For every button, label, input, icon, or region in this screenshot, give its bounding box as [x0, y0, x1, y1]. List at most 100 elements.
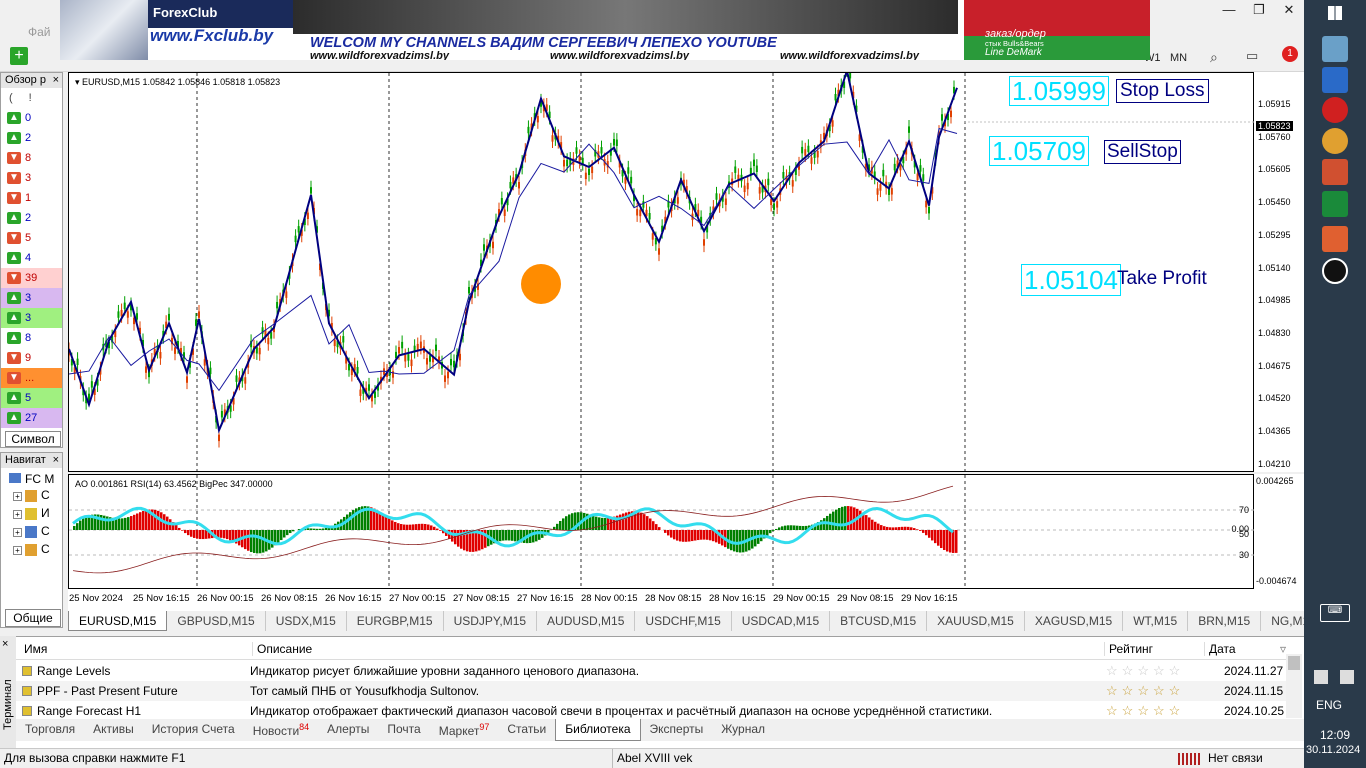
banner-headline: WELCOM MY CHANNELS ВАДИМ СЕРГЕЕВИЧ ЛЕПЕХ… — [310, 35, 777, 51]
terminal-tab[interactable]: Эксперты — [641, 719, 713, 741]
terminal-tab[interactable]: Маркет97 — [430, 719, 499, 741]
column-name[interactable]: Имя — [24, 642, 47, 656]
chart-tab[interactable]: USDJPY,M15 — [444, 611, 538, 631]
chart-tab[interactable]: WT,M15 — [1123, 611, 1189, 631]
star-icon: ☆ — [1121, 683, 1138, 698]
chart-tab[interactable]: BRN,M15 — [1188, 611, 1262, 631]
market-watch-row[interactable]: ▲ 4 — [1, 248, 62, 268]
library-row[interactable]: Range Levels Индикатор рисует ближайшие у… — [16, 661, 1286, 681]
market-watch-row[interactable]: ▲ 2 — [1, 128, 62, 148]
chart-tab[interactable]: EURUSD,M15 — [68, 611, 168, 631]
tab-common[interactable]: Общие — [5, 609, 61, 627]
market-watch-row[interactable]: ▼... — [1, 368, 62, 388]
record-icon[interactable] — [1322, 258, 1348, 284]
market-watch-value: 2 — [25, 132, 32, 144]
expand-icon[interactable]: + — [13, 492, 22, 501]
terminal-tab[interactable]: Торговля — [16, 719, 84, 741]
navigator-item[interactable]: + С — [1, 540, 62, 558]
volume-icon[interactable] — [1340, 670, 1354, 684]
indicator-window[interactable]: AO 0.001861 RSI(14) 63.4562 BigPec 347.0… — [68, 474, 1255, 590]
market-watch-row[interactable]: ▲ 27 — [1, 408, 62, 428]
market-watch-row[interactable]: ▼ 39 — [1, 268, 62, 288]
terminal-tab[interactable]: История Счета — [143, 719, 244, 741]
market-watch-row[interactable]: ▲ 8 — [1, 328, 62, 348]
terminal-tab[interactable]: Библиотека — [555, 719, 641, 741]
maximize-button[interactable]: ❐ — [1244, 0, 1274, 20]
clock-time[interactable]: 12:09 — [1320, 728, 1350, 742]
column-description[interactable]: Описание — [252, 642, 312, 656]
opera-icon[interactable] — [1322, 97, 1348, 123]
terminal-tab[interactable]: Почта — [378, 719, 429, 741]
outlook-icon[interactable] — [1322, 67, 1348, 93]
market-watch-row[interactable]: ▼ 8 — [1, 148, 62, 168]
windows-start-icon[interactable] — [1328, 6, 1342, 20]
chart-tab[interactable]: AUDUSD,M15 — [537, 611, 636, 631]
market-watch-value: 39 — [25, 272, 38, 284]
market-watch-row[interactable]: ▲ 3 — [1, 288, 62, 308]
chart-tab[interactable]: XAGUSD,M15 — [1025, 611, 1124, 631]
explorer-icon[interactable] — [1322, 36, 1348, 62]
chart-tab[interactable]: BTCUSD,M15 — [830, 611, 928, 631]
chart-tab[interactable]: USDCHF,M15 — [635, 611, 732, 631]
network-icon[interactable] — [1314, 670, 1328, 684]
app-icon[interactable] — [1322, 226, 1348, 252]
market-watch-row[interactable]: ▼ 5 — [1, 228, 62, 248]
chart-tab[interactable]: GBPUSD,M15 — [167, 611, 266, 631]
new-order-icon[interactable]: + — [10, 47, 28, 65]
market-watch-row[interactable]: ▲ 3 — [1, 308, 62, 328]
language-indicator[interactable]: ENG — [1316, 698, 1342, 712]
terminal-tab[interactable]: Активы — [84, 719, 143, 741]
expand-icon[interactable]: + — [13, 528, 22, 537]
close-button[interactable]: ✕ — [1274, 0, 1304, 20]
market-watch-row[interactable]: ▼ 1 — [1, 188, 62, 208]
tab-symbols[interactable]: Символ — [5, 431, 61, 447]
navigator-root[interactable]: FC M — [1, 468, 62, 486]
sellstop-price[interactable]: 1.05709 — [989, 136, 1089, 166]
clock-date[interactable]: 30.11.2024 — [1306, 744, 1360, 756]
price-chart[interactable]: ▾ EURUSD,M15 1.05842 1.05846 1.05818 1.0… — [68, 72, 1255, 473]
market-watch-value: 5 — [25, 232, 32, 244]
timeframe-mn[interactable]: MN — [1170, 52, 1187, 64]
excel-icon[interactable] — [1322, 191, 1348, 217]
close-icon[interactable]: × — [2, 638, 8, 650]
menu-file[interactable]: Фай — [28, 25, 51, 39]
market-watch-row[interactable]: ▲ 2 — [1, 208, 62, 228]
navigator-item[interactable]: + С — [1, 522, 62, 540]
market-watch-value: 3 — [25, 172, 32, 184]
ad-banner[interactable]: ForexClub www.Fxclub.by WELCOM MY CHANNE… — [60, 0, 1150, 60]
terminal-tab[interactable]: Журнал — [712, 719, 774, 741]
chart-tab[interactable]: XAUUSD,M15 — [927, 611, 1025, 631]
close-icon[interactable]: × — [53, 453, 59, 468]
market-watch-row[interactable]: ▲ 5 — [1, 388, 62, 408]
column-rating[interactable]: Рейтинг — [1104, 642, 1153, 656]
navigator-item[interactable]: + С — [1, 486, 62, 504]
chart-tab[interactable]: USDX,M15 — [266, 611, 347, 631]
search-icon[interactable]: ⌕ — [1210, 49, 1218, 66]
stop-loss-price[interactable]: 1.05999 — [1009, 76, 1109, 106]
minimize-button[interactable]: — — [1214, 0, 1244, 20]
paint-icon[interactable] — [1322, 128, 1348, 154]
market-watch-row[interactable]: ▼ 9 — [1, 348, 62, 368]
terminal-tab[interactable]: Алерты — [318, 719, 378, 741]
market-watch-row[interactable]: ▼ 3 — [1, 168, 62, 188]
speaker-icon[interactable] — [1322, 159, 1348, 185]
terminal-tab[interactable]: Новости84 — [244, 719, 318, 741]
take-profit-price[interactable]: 1.05104 — [1021, 264, 1121, 296]
library-row[interactable]: Range Forecast H1 Индикатор отображает фа… — [16, 701, 1286, 721]
chart-tab[interactable]: EURGBP,M15 — [347, 611, 444, 631]
keyboard-icon[interactable]: ⌨ — [1320, 604, 1350, 622]
column-date[interactable]: Дата ▿ — [1204, 642, 1286, 656]
expand-icon[interactable]: + — [13, 510, 22, 519]
navigator-item[interactable]: + И — [1, 504, 62, 522]
minimize-chart-icon[interactable]: ▭ — [1246, 48, 1258, 64]
terminal-tab[interactable]: Статьи — [498, 719, 555, 741]
sellstop-label: SellStop — [1104, 140, 1181, 164]
library-row[interactable]: PPF - Past Present Future Тот самый ПНБ о… — [16, 681, 1286, 701]
market-watch-row[interactable]: ▲ 0 — [1, 108, 62, 128]
notification-badge[interactable]: 1 — [1282, 46, 1298, 62]
expand-icon[interactable]: + — [13, 546, 22, 555]
arrow-up-icon: ▲ — [7, 252, 21, 264]
chart-tab[interactable]: USDCAD,M15 — [732, 611, 831, 631]
terminal-scrollbar[interactable] — [1286, 654, 1302, 718]
close-icon[interactable]: × — [53, 73, 59, 88]
